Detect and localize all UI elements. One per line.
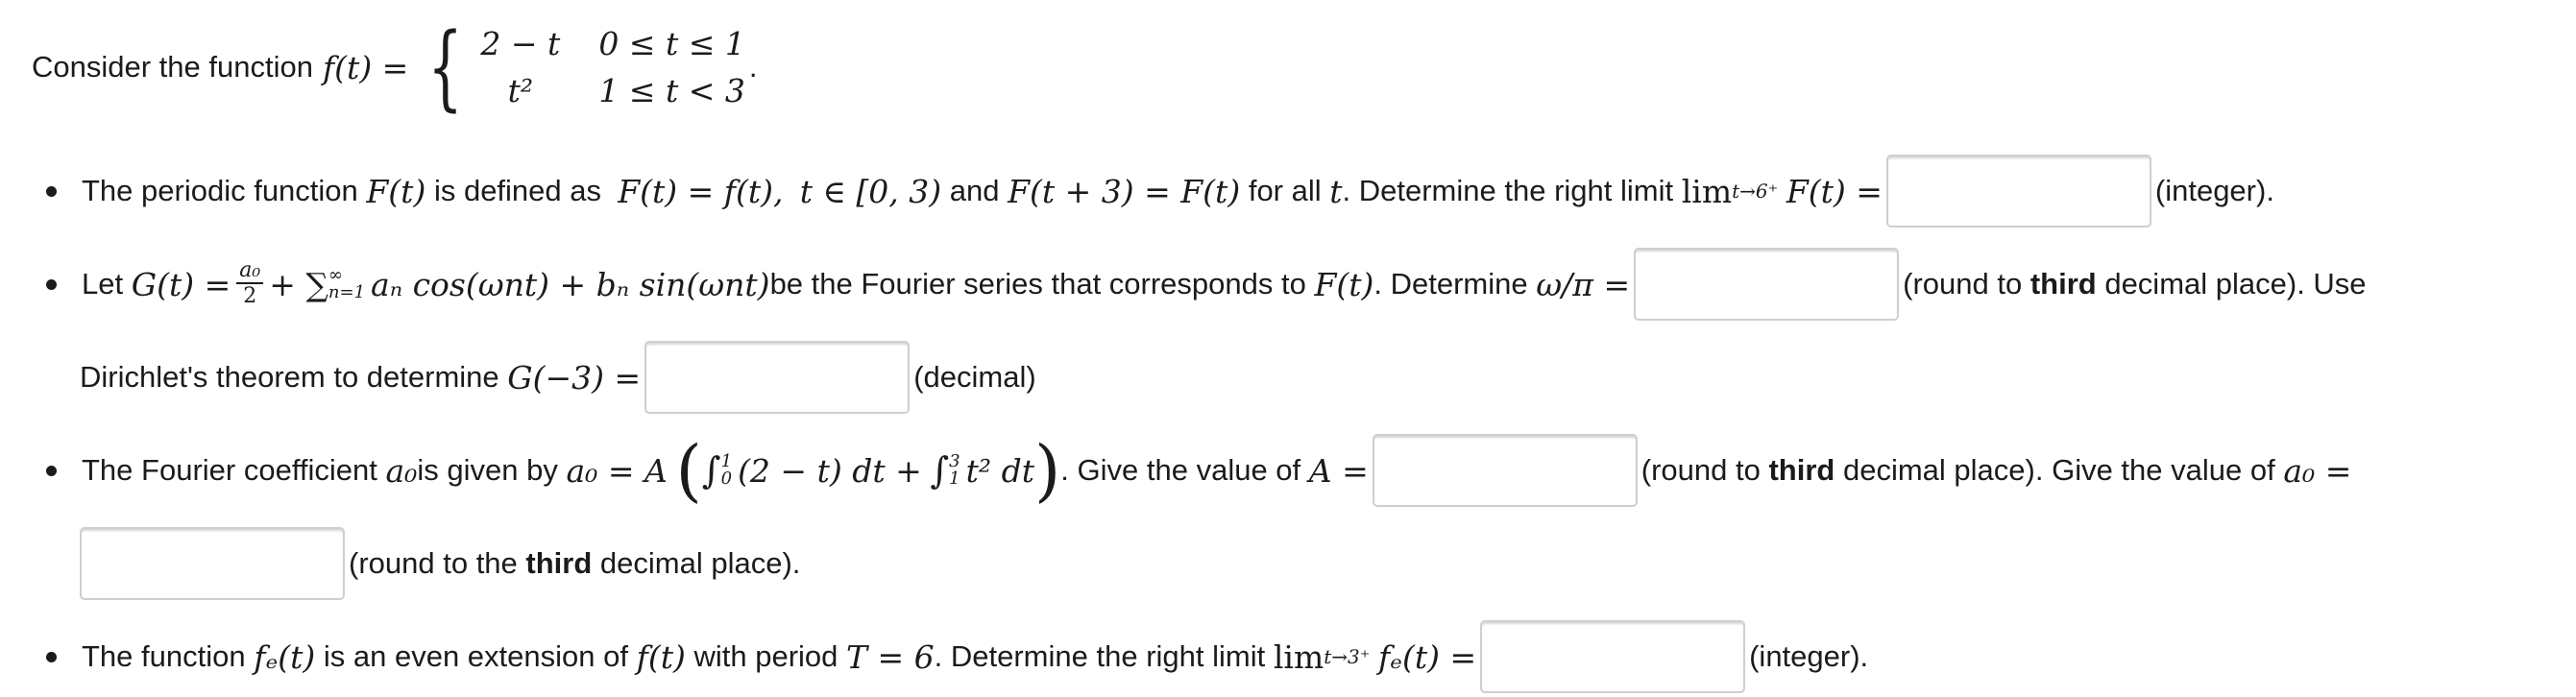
integral1-limits: 1 0: [721, 453, 732, 488]
answer-input-A[interactable]: [1372, 434, 1638, 507]
q2-text2: be the Fourier series that corresponds t…: [769, 267, 1306, 300]
q1-Ft: F(t): [366, 172, 426, 210]
q1-definition: F(t) = f(t),: [618, 172, 784, 210]
integral2-body: t² dt: [965, 451, 1034, 490]
integral1-body: (2 − t) dt +: [738, 451, 922, 490]
q2-series: aₙ cos(ωnt) + bₙ sin(ωnt): [371, 265, 770, 303]
int2-lower: 1: [949, 469, 960, 489]
sum-limits: ∞ n=1: [328, 267, 365, 301]
q3-hint2-post: decimal place).: [599, 546, 801, 580]
case-2-cond: 1 ≤ t < 3: [598, 72, 745, 109]
q1-lim: lim: [1681, 172, 1733, 210]
answer-input-limit-fe[interactable]: [1480, 620, 1746, 693]
q3-hint2-bold: third: [525, 546, 593, 580]
sum-lower: n=1: [328, 282, 366, 302]
intro-text: Consider the function: [32, 50, 313, 84]
q3-equation: a₀ = A: [566, 451, 668, 490]
q4-lim: lim: [1273, 637, 1324, 676]
intro-line: Consider the function f(t) = { 2 − t 0 ≤…: [32, 21, 757, 113]
q1-text2: is defined as: [433, 174, 602, 207]
q4-ft: f(t): [636, 637, 686, 676]
q3-text3: . Give the value of: [1060, 453, 1301, 487]
q1-forall: for all: [1248, 174, 1322, 207]
piecewise-cases: 2 − t 0 ≤ t ≤ 1 t² 1 ≤ t < 3: [480, 25, 744, 109]
int1-lower: 0: [720, 469, 733, 489]
q3-hint-post: decimal place). Give the value of: [1842, 453, 2275, 487]
case-2-expr: t²: [507, 72, 534, 109]
q2-dirichlet-text: Dirichlet's theorem to determine: [80, 360, 499, 394]
q3-A: A =: [1308, 451, 1369, 490]
q4-period: T = 6: [846, 637, 935, 676]
q4-text1: The function: [82, 639, 246, 673]
q4-lim-sub: t→3⁺: [1324, 645, 1371, 668]
q2-Ft: F(t): [1314, 265, 1374, 303]
integral-sign: ∫: [701, 449, 721, 492]
q3-hint2-pre: (round to the: [349, 546, 518, 580]
left-paren: (: [675, 431, 702, 510]
q4-text3: with period: [693, 639, 838, 673]
q2-omega: ω/π =: [1536, 265, 1631, 303]
q2-hint-post: decimal place). Use: [2104, 267, 2367, 300]
q2-hint2: (decimal): [913, 360, 1036, 394]
left-brace: {: [427, 13, 464, 121]
q4-determine: . Determine the right limit: [934, 639, 1266, 673]
q4-lim-expr: fₑ(t) =: [1377, 637, 1477, 676]
q2-hint-bold: third: [2029, 267, 2097, 300]
q2-hint-pre: (round to: [1903, 267, 2023, 300]
question-a0-answer: (round to the third decimal place).: [76, 523, 800, 604]
q4-text2: is an even extension of: [323, 639, 628, 673]
q3-a0: a₀: [385, 451, 418, 490]
case-1-cond: 0 ≤ t ≤ 1: [598, 25, 745, 62]
a0-over-2-fraction: a₀ 2: [236, 259, 264, 309]
question-periodic-limit: The periodic function F(t) is defined as…: [0, 151, 2274, 231]
q2-G: G(t) =: [131, 265, 231, 303]
bullet: [46, 278, 57, 290]
q2-G-minus-3: G(−3) =: [507, 358, 642, 397]
q1-lim-expr: F(t) =: [1786, 172, 1883, 210]
answer-input-omega[interactable]: [1634, 248, 1900, 321]
bullet: [46, 651, 57, 662]
question-a0: The Fourier coefficient a₀ is given by a…: [0, 430, 2351, 511]
answer-input-G-minus-3[interactable]: [644, 341, 911, 414]
answer-input-limit-F[interactable]: [1885, 155, 2151, 228]
q1-domain: t ∈ [0, 3): [799, 172, 942, 210]
bullet: [46, 185, 57, 197]
q4-hint: (integer).: [1749, 639, 1869, 673]
q3-text1: The Fourier coefficient: [82, 453, 377, 487]
right-paren: ): [1033, 431, 1061, 510]
q2-determine: . Determine: [1373, 267, 1528, 300]
fraction-numerator: a₀: [236, 259, 264, 284]
integral2-limits: 3 1: [949, 453, 960, 488]
question-fourier-omega: Let G(t) = a₀ 2 + ∑ ∞ n=1 aₙ cos(ωnt) + …: [0, 244, 2367, 324]
integral-sign: ∫: [930, 449, 950, 492]
function-label: f(t) =: [322, 48, 409, 86]
q3-text2: is given by: [417, 453, 558, 487]
q1-text: The periodic function: [82, 174, 358, 207]
q3-a0-eq: a₀ =: [2283, 451, 2352, 490]
q1-hint: (integer).: [2154, 174, 2274, 207]
question-even-extension: The function fₑ(t) is an even extension …: [0, 616, 1868, 697]
answer-input-a0[interactable]: [80, 527, 345, 600]
intro-period: .: [748, 50, 758, 84]
q4-fe: fₑ(t): [254, 637, 316, 676]
q3-hint-pre: (round to: [1640, 453, 1761, 487]
bullet: [46, 465, 57, 476]
q1-determine: . Determine the right limit: [1342, 174, 1674, 207]
fraction-denominator: 2: [243, 284, 257, 308]
q1-periodicity: F(t + 3) = F(t): [1008, 172, 1241, 210]
q1-lim-sub: t→6⁺: [1732, 180, 1779, 203]
question-dirichlet: Dirichlet's theorem to determine G(−3) =…: [80, 337, 1036, 418]
q3-hint-bold: third: [1768, 453, 1835, 487]
q1-t: t: [1329, 172, 1343, 210]
q2-let: Let: [82, 267, 124, 300]
case-1-expr: 2 − t: [480, 25, 561, 62]
sum-symbol: + ∑: [269, 265, 328, 303]
q1-and: and: [949, 174, 1000, 207]
